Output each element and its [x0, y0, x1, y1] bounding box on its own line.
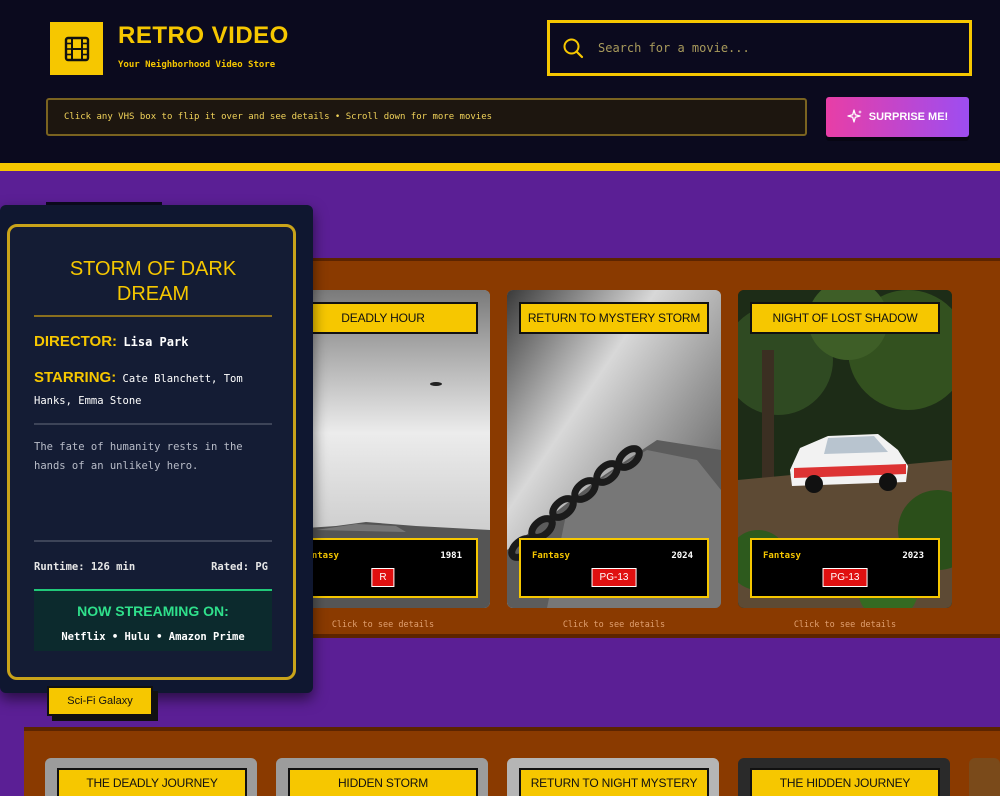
tape-title-label: RETURN TO NIGHT MYSTERY: [519, 768, 709, 796]
runtime: Runtime: 126 min: [34, 561, 136, 573]
header-divider: [0, 163, 1000, 171]
tape-title-label: THE HIDDEN JOURNEY: [750, 768, 940, 796]
tape-info-panel: Fantasy 2024 PG-13: [519, 538, 709, 598]
streaming-heading: NOW STREAMING ON:: [77, 603, 229, 619]
vhs-tape[interactable]: RETURN TO MYSTERY STORM Fantasy 2024 PG-…: [507, 290, 721, 608]
director-row: DIRECTOR: Lisa Park: [34, 331, 274, 354]
tape-title-label: HIDDEN STORM: [288, 768, 478, 796]
vhs-tape[interactable]: [969, 758, 1000, 796]
divider: [34, 423, 272, 425]
synopsis: The fate of humanity rests in the hands …: [34, 441, 243, 472]
site-header: RETRO VIDEO Your Neighborhood Video Stor…: [0, 0, 1000, 163]
tape-year: 1981: [440, 551, 462, 561]
vhs-tape[interactable]: HIDDEN STORM: [276, 758, 488, 796]
divider: [34, 540, 272, 542]
vhs-tape[interactable]: NIGHT OF LOST SHADOW Fantasy 2023 PG-13: [738, 290, 952, 608]
detail-title: STORM OF DARK DREAM: [69, 258, 237, 305]
instructions-text: Click any VHS box to flip it over and se…: [64, 112, 493, 122]
site-title: RETRO VIDEO: [118, 22, 289, 49]
director-name: Lisa Park: [123, 335, 189, 349]
rating-badge: R: [371, 568, 395, 587]
vhs-tape[interactable]: RETURN TO NIGHT MYSTERY: [507, 758, 719, 796]
film-icon: [64, 36, 89, 61]
vhs-tape[interactable]: THE DEADLY JOURNEY: [45, 758, 257, 796]
tape-info-panel: Fantasy 1981 R: [288, 538, 478, 598]
instructions-banner: Click any VHS box to flip it over and se…: [46, 98, 807, 136]
starring-row: STARRING: Cate Blanchett, Tom Hanks, Emm…: [34, 367, 274, 412]
tape-genre: Fantasy: [532, 551, 570, 561]
site-subtitle: Your Neighborhood Video Store: [118, 60, 276, 70]
rating-badge: PG-13: [591, 568, 637, 587]
tape-title-label: RETURN TO MYSTERY STORM: [519, 302, 709, 334]
surprise-me-button[interactable]: SURPRISE ME!: [826, 97, 969, 137]
tape-genre: Fantasy: [763, 551, 801, 561]
tape-title-label: DEADLY HOUR: [288, 302, 478, 334]
search-input[interactable]: [598, 41, 938, 55]
divider: [34, 315, 272, 317]
vhs-tape[interactable]: THE HIDDEN JOURNEY: [738, 758, 950, 796]
surprise-me-label: SURPRISE ME!: [868, 111, 949, 123]
tape-click-hint: Click to see details: [562, 620, 666, 630]
tape-year: 2023: [902, 551, 924, 561]
tape-detail-card[interactable]: STORM OF DARK DREAM DIRECTOR: Lisa Park …: [0, 205, 313, 693]
search-icon: [562, 37, 584, 59]
tape-title-label: NIGHT OF LOST SHADOW: [750, 302, 940, 334]
streaming-panel: NOW STREAMING ON: Netflix • Hulu • Amazo…: [34, 589, 272, 651]
logo[interactable]: [50, 22, 103, 75]
director-label: DIRECTOR:: [34, 333, 118, 350]
tape-info-panel: Fantasy 2023 PG-13: [750, 538, 940, 598]
tape-year: 2024: [671, 551, 693, 561]
rating-badge: PG-13: [822, 568, 868, 587]
sparkle-icon: [847, 109, 862, 123]
starring-label: STARRING:: [34, 369, 117, 386]
rated: Rated: PG: [211, 561, 268, 573]
search-bar[interactable]: [547, 20, 972, 76]
tape-title-label: THE DEADLY JOURNEY: [57, 768, 247, 796]
genre-label: Sci-Fi Galaxy: [47, 686, 153, 716]
streaming-services: Netflix • Hulu • Amazon Prime: [61, 631, 245, 643]
detail-card-frame: STORM OF DARK DREAM DIRECTOR: Lisa Park …: [7, 224, 296, 680]
tape-click-hint: Click to see details: [793, 620, 897, 630]
